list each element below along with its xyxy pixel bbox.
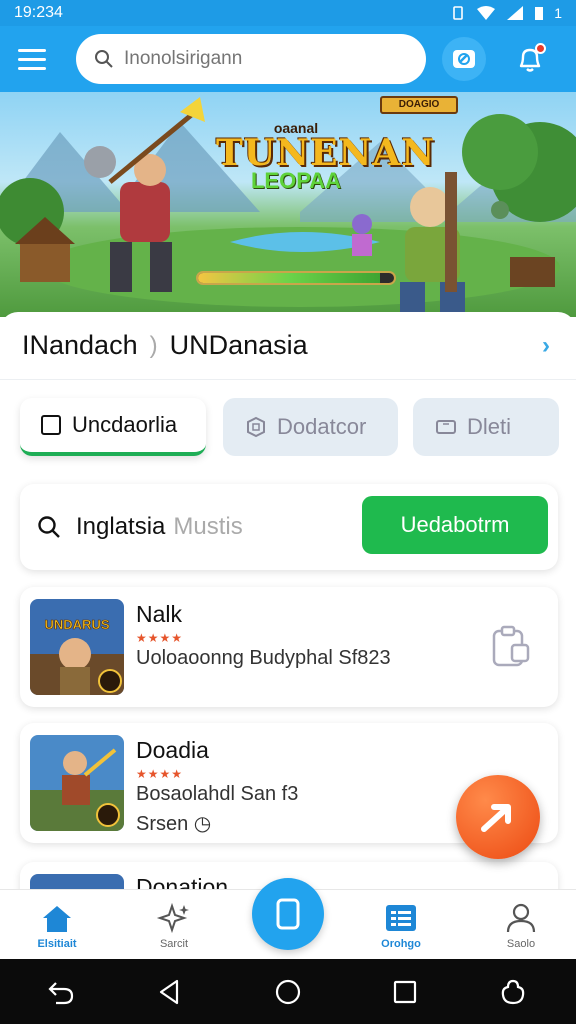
nav-label: Orohgo <box>381 938 421 950</box>
tab-label: Dodatcor <box>277 414 367 439</box>
hero-progress-fill <box>198 273 381 283</box>
person-icon <box>506 903 536 933</box>
tab-dleti[interactable]: Dleti <box>413 398 559 456</box>
notification-badge <box>535 43 546 54</box>
tab-uncdaorlia[interactable]: Uncdaorlia <box>20 398 206 456</box>
home-icon <box>43 906 71 932</box>
search-icon <box>95 50 113 68</box>
tablet-icon <box>276 898 300 930</box>
tab-label: Uncdaorlia <box>72 412 178 437</box>
square-icon <box>41 415 61 435</box>
nav-saved[interactable]: Sarcit <box>134 902 214 950</box>
menu-button[interactable] <box>18 41 54 77</box>
share-fab[interactable] <box>456 775 540 859</box>
watch-button[interactable] <box>442 37 486 81</box>
hero-badge: DOAGIO <box>380 96 458 114</box>
section-header[interactable]: INandach ) UNDanasia › <box>0 312 576 380</box>
thumb-title: UNDARUS <box>45 617 110 632</box>
nav-browse[interactable]: Orohgo <box>361 902 441 950</box>
nav-home[interactable]: Elsitiait <box>17 902 97 950</box>
tab-dodatcor[interactable]: Dodatcor <box>223 398 398 456</box>
status-time: 19:234 <box>14 4 63 21</box>
hexagon-icon <box>247 416 265 438</box>
search-panel[interactable]: Inglatsia Mustis Uedabotrm <box>20 484 558 570</box>
list-icon <box>386 905 416 931</box>
item-subtext: Srsen ◷ <box>136 813 212 835</box>
search-bar[interactable] <box>76 34 426 84</box>
list-item[interactable]: UNDARUS Nalk ★★★★ Uoloaoonng Budyphal Sf… <box>20 587 558 707</box>
chevron-right-icon[interactable]: › <box>542 332 550 360</box>
clipboard-icon[interactable] <box>490 625 532 669</box>
hero-title: TUNENAN <box>216 132 436 174</box>
status-bar: 19:234 1 <box>0 0 576 26</box>
battery-icon <box>535 7 544 20</box>
tab-label: Dleti <box>467 414 512 439</box>
search-input[interactable] <box>124 48 404 70</box>
hero-progress-bar <box>196 271 396 285</box>
recents-icon[interactable] <box>390 977 420 1007</box>
search-query: Inglatsia <box>76 513 166 540</box>
nav-center-button[interactable] <box>252 878 324 950</box>
item-name: Nalk <box>136 601 183 627</box>
sparkle-icon <box>156 902 189 934</box>
section-right-label: UNDanasia <box>169 330 308 360</box>
search-hint: Mustis <box>173 513 243 540</box>
nav-label: Sarcit <box>159 938 189 950</box>
bottom-navigation: Elsitiait Sarcit Orohgo Saolo <box>0 878 576 959</box>
status-icons: 1 <box>450 5 562 21</box>
rating-stars: ★★★★ <box>136 767 184 781</box>
back-icon[interactable] <box>155 977 185 1007</box>
section-divider: ) <box>149 331 158 359</box>
notifications-button[interactable] <box>508 37 552 81</box>
battery-level: 1 <box>554 5 562 21</box>
app-bar <box>0 26 576 92</box>
section-left-label: INandach <box>22 330 138 360</box>
ticket-icon <box>436 420 456 434</box>
item-description: Uoloaoonng Budyphal Sf823 <box>136 647 391 669</box>
wifi-icon <box>477 6 496 20</box>
nav-label: Saolo <box>506 938 536 950</box>
home-button-icon[interactable] <box>273 977 303 1007</box>
rating-stars: ★★★★ <box>136 631 184 645</box>
item-description: Bosaolahdl San f3 <box>136 783 299 805</box>
vibrate-icon <box>453 6 464 20</box>
search-submit-button[interactable]: Uedabotrm <box>362 496 548 554</box>
nav-profile[interactable]: Saolo <box>481 902 561 950</box>
item-thumbnail <box>30 735 124 831</box>
back-gesture-icon[interactable] <box>46 977 76 1007</box>
tv-icon <box>453 50 475 68</box>
nav-label: Elsitiait <box>37 938 77 950</box>
assistant-icon[interactable] <box>498 977 528 1007</box>
arrow-icon <box>481 804 511 832</box>
signal-icon <box>507 6 524 20</box>
item-thumbnail: UNDARUS <box>30 599 124 695</box>
menu-icon <box>18 48 46 52</box>
item-name: Doadia <box>136 737 209 763</box>
hero-title-block: oaanal TUNENAN LEOPAA <box>216 120 436 192</box>
search-icon <box>38 516 60 538</box>
system-navigation <box>0 959 576 1024</box>
